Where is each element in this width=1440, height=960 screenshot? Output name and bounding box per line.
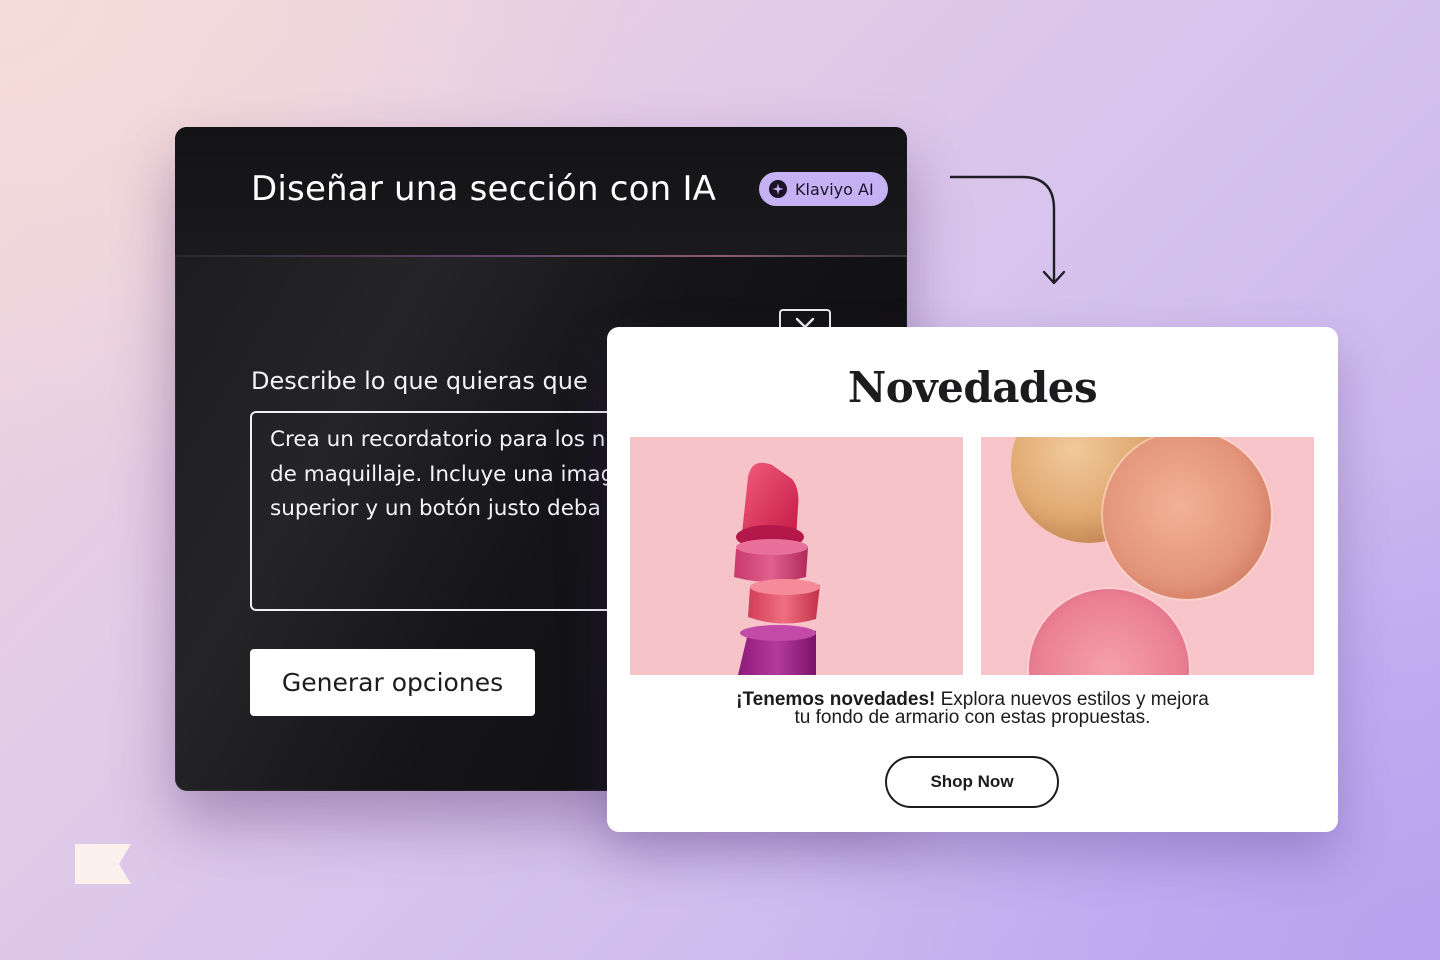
arrow-down-icon: [940, 166, 1070, 295]
prompt-label: Describe lo que quieras que: [251, 367, 588, 395]
generate-options-button[interactable]: Generar opciones: [250, 649, 535, 716]
badge-label: Klaviyo AI: [795, 179, 874, 199]
email-preview-card: Novedades ¡Tenemos novedades! Explora nu…: [607, 327, 1338, 832]
panel-title: Diseñar una sección con IA: [251, 169, 717, 209]
klaviyo-flag-icon: [75, 844, 133, 888]
header-divider: [175, 255, 907, 257]
blush-palette-image: [981, 437, 1314, 675]
body-line2: tu fondo de armario con estas propuestas…: [794, 707, 1151, 728]
klaviyo-ai-badge[interactable]: Klaviyo AI: [759, 172, 888, 206]
email-body-text: ¡Tenemos novedades! Explora nuevos estil…: [607, 690, 1338, 728]
email-title: Novedades: [847, 363, 1098, 412]
lipstick-image: [630, 437, 963, 675]
shop-now-button[interactable]: Shop Now: [885, 756, 1059, 808]
sparkle-icon: [769, 180, 787, 198]
